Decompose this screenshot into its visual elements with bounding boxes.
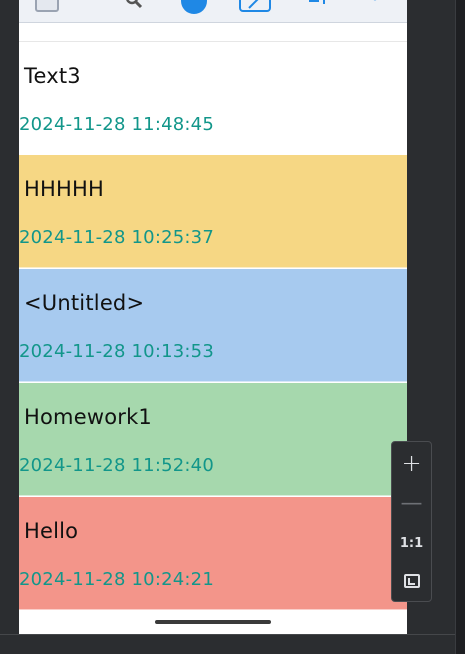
note-item[interactable]: HHHHH 2024-11-28 10:25:37 [19, 155, 407, 268]
note-title: Homework1 [24, 405, 152, 429]
note-timestamp: 2024-11-28 11:48:45 [19, 114, 214, 135]
note-item[interactable]: Text3 2024-11-28 11:48:45 [19, 42, 407, 155]
note-timestamp: 2024-11-28 10:13:53 [19, 341, 214, 362]
note-timestamp: 2024-11-28 10:25:37 [19, 227, 214, 248]
note-item[interactable]: <Untitled> 2024-11-28 10:13:53 [19, 269, 407, 382]
emulator-stage: Text3 2024-11-28 11:48:45 HHHHH 2024-11-… [0, 0, 465, 654]
zoom-in-button[interactable]: + [392, 444, 431, 482]
notes-list-icon[interactable] [35, 0, 59, 12]
actual-size-button[interactable]: 1:1 [392, 524, 431, 562]
note-timestamp: 2024-11-28 10:24:21 [19, 569, 214, 590]
sort-icon[interactable] [307, 0, 329, 12]
zoom-controls: + — 1:1 [391, 441, 432, 602]
note-title: Hello [24, 519, 79, 543]
side-scrollbar-track [455, 0, 465, 654]
note-title: HHHHH [24, 177, 104, 201]
gesture-navigation-bar[interactable] [155, 620, 271, 624]
fit-screen-button[interactable] [392, 562, 431, 600]
fit-screen-icon [403, 574, 420, 588]
note-title: Text3 [24, 64, 81, 88]
zoom-out-button[interactable]: — [392, 484, 431, 522]
search-icon[interactable] [123, 0, 145, 12]
note-timestamp: 2024-11-28 11:52:40 [19, 455, 214, 476]
note-item[interactable]: Hello 2024-11-28 10:24:21 [19, 497, 407, 610]
edit-icon[interactable] [239, 0, 271, 12]
note-title: <Untitled> [24, 291, 145, 315]
note-item[interactable]: Homework1 2024-11-28 11:52:40 [19, 383, 407, 496]
device-screen: Text3 2024-11-28 11:48:45 HHHHH 2024-11-… [19, 0, 407, 634]
more-vert-icon[interactable] [371, 0, 379, 12]
list-top-spacer [19, 23, 407, 42]
color-dot-icon[interactable] [181, 0, 207, 14]
app-toolbar [19, 0, 407, 23]
bottom-border-strip [0, 634, 455, 654]
